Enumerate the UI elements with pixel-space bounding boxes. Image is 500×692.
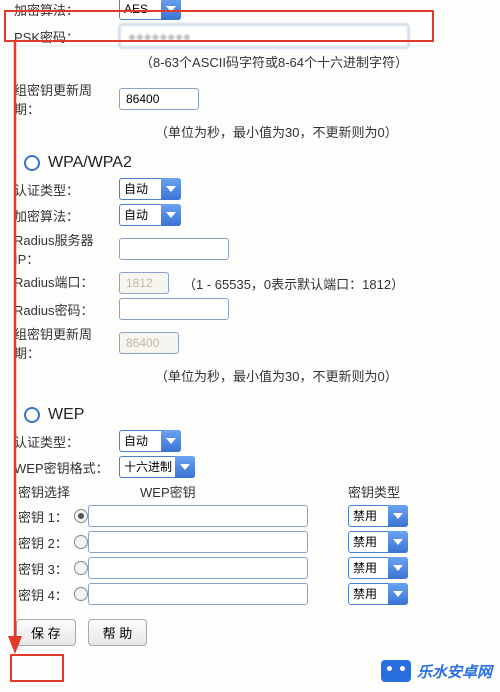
wep-key-label: 密钥 2： (18, 533, 68, 552)
wep-key-type-select[interactable]: 禁用 (348, 505, 408, 527)
wpa-section-heading[interactable]: WPA/WPA2 (24, 154, 500, 172)
wpa-encrypt-algo-select[interactable]: 自动 (119, 204, 181, 226)
wep-col-key-header: WEP密钥 (88, 482, 348, 501)
radius-ip-label: Radius服务器IP： (14, 230, 119, 268)
psk-group-key-label: 组密钥更新周期： (14, 80, 119, 118)
radius-port-input[interactable] (119, 272, 169, 294)
psk-password-hint: （8-63个ASCII码字符或8-64个十六进制字符） (140, 52, 500, 74)
psk-group-key-hint: （单位为秒，最小值为30，不更新则为0） (155, 122, 500, 144)
save-button[interactable]: 保 存 (16, 619, 76, 646)
wpa-group-key-hint: （单位为秒，最小值为30，不更新则为0） (155, 366, 500, 388)
wpa-group-key-input[interactable] (119, 332, 179, 354)
wep-key-type-select[interactable]: 禁用 (348, 583, 408, 605)
wep-key-input[interactable] (88, 505, 308, 527)
radius-pwd-input[interactable] (119, 298, 229, 320)
wep-key-input[interactable] (88, 557, 308, 579)
wep-heading-text: WEP (48, 406, 84, 424)
wep-col-type-header: 密钥类型 (348, 482, 468, 501)
help-button[interactable]: 帮 助 (88, 619, 148, 646)
wep-key-input[interactable] (88, 583, 308, 605)
wep-section-heading[interactable]: WEP (24, 406, 500, 424)
wep-key-row: 密钥 3： 禁用 (18, 557, 478, 579)
wep-key-row: 密钥 4： 禁用 (18, 583, 478, 605)
psk-encrypt-algo-label: 加密算法： (14, 0, 119, 19)
radius-port-hint: （1 - 65535，0表示默认端口：1812） (183, 274, 404, 293)
wep-col-select-header: 密钥选择 (18, 482, 88, 501)
psk-encrypt-algo-select[interactable]: AES (119, 0, 181, 20)
wpa-heading-text: WPA/WPA2 (48, 154, 132, 172)
wep-key-label: 密钥 3： (18, 559, 68, 578)
psk-password-label: PSK密码： (14, 27, 119, 46)
radio-icon (24, 155, 40, 171)
radius-ip-input[interactable] (119, 238, 229, 260)
psk-group-key-input[interactable] (119, 88, 199, 110)
wpa-encrypt-algo-label: 加密算法： (14, 206, 119, 225)
wep-key-radio[interactable] (74, 561, 88, 575)
radius-pwd-label: Radius密码： (14, 300, 119, 319)
wep-auth-type-select[interactable]: 自动 (119, 430, 181, 452)
wpa-group-key-label: 组密钥更新周期： (14, 324, 119, 362)
wep-auth-type-label: 认证类型： (14, 432, 119, 451)
wep-key-format-select[interactable]: 十六进制 (119, 456, 195, 478)
watermark: 乐水安卓网 (381, 660, 492, 682)
watermark-text: 乐水安卓网 (417, 661, 492, 682)
wep-key-format-label: WEP密钥格式： (14, 458, 119, 477)
watermark-icon (381, 660, 411, 682)
wep-key-radio[interactable] (74, 535, 88, 549)
wep-key-row: 密钥 1： 禁用 (18, 505, 478, 527)
wep-key-label: 密钥 1： (18, 507, 68, 526)
psk-password-input[interactable]: ●●●●●●●● (119, 24, 409, 48)
radio-icon (24, 407, 40, 423)
wep-key-row: 密钥 2： 禁用 (18, 531, 478, 553)
wep-key-type-select[interactable]: 禁用 (348, 531, 408, 553)
wpa-auth-type-select[interactable]: 自动 (119, 178, 181, 200)
radius-port-label: Radius端口： (14, 272, 119, 291)
annotation-save-box (10, 654, 64, 682)
wep-key-input[interactable] (88, 531, 308, 553)
wep-key-radio[interactable] (74, 587, 88, 601)
wep-key-label: 密钥 4： (18, 585, 68, 604)
wpa-auth-type-label: 认证类型： (14, 180, 119, 199)
wep-key-type-select[interactable]: 禁用 (348, 557, 408, 579)
wep-key-radio[interactable] (74, 509, 88, 523)
